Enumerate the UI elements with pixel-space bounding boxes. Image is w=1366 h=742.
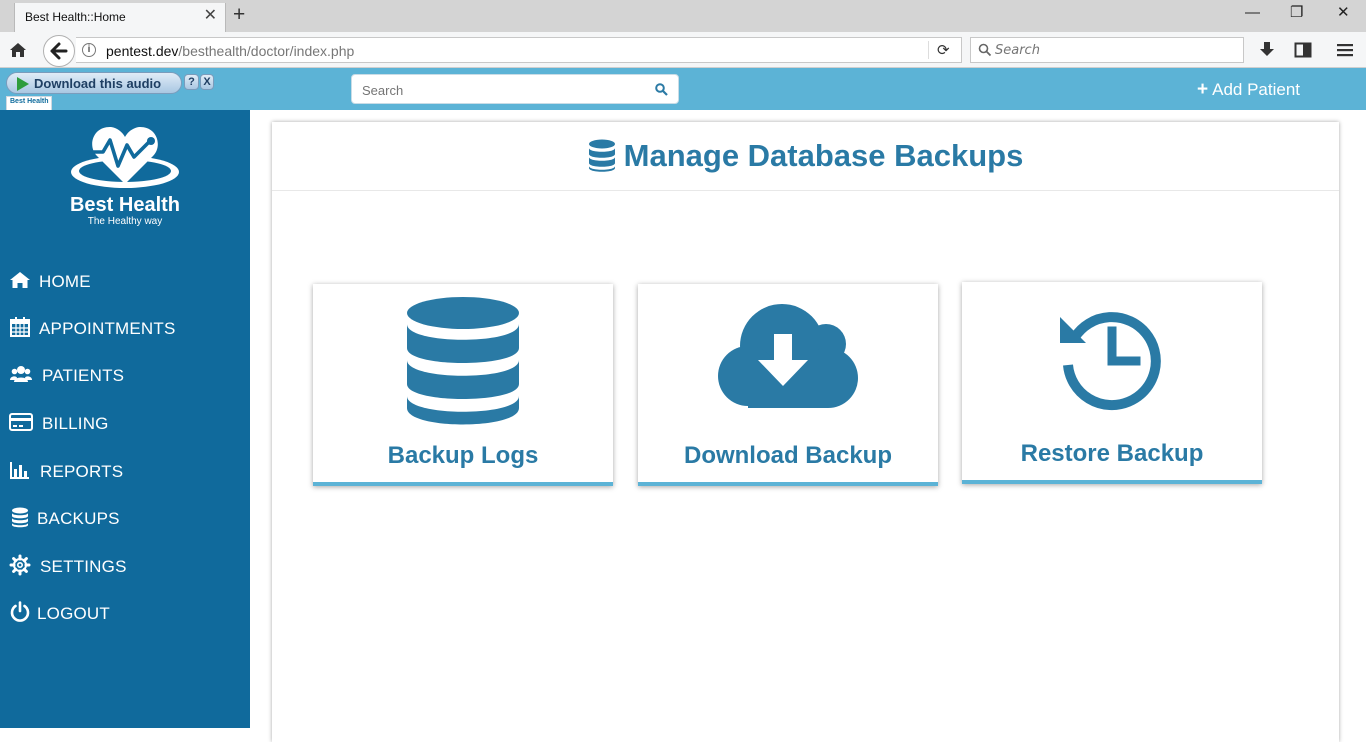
audio-download-widget: Download this audio ? X Best Health (4, 72, 214, 112)
tab-close-icon[interactable]: ✕ (204, 7, 217, 25)
power-icon (10, 601, 30, 622)
brand-tagline: The Healthy way (87, 216, 163, 227)
search-icon[interactable] (655, 83, 668, 96)
main-content: Manage Database Backups Backup Logs Down… (250, 110, 1366, 742)
backup-logs-card[interactable]: Backup Logs (313, 284, 613, 486)
sidebar: Best Health The Healthy way HOME APPOINT… (0, 110, 250, 728)
url-text[interactable]: pentest.dev/besthealth/doctor/index.php (106, 43, 354, 59)
url-bar[interactable]: i pentest.dev/besthealth/doctor/index.ph… (76, 37, 962, 63)
sidebar-item-appointments[interactable]: APPOINTMENTS (0, 309, 250, 343)
reload-icon[interactable]: ⟳ (937, 41, 950, 59)
sidebar-item-label: REPORTS (40, 462, 124, 481)
sidebar-toggle-icon[interactable] (1294, 41, 1312, 59)
gear-icon (9, 554, 31, 576)
credit-card-icon (9, 413, 33, 431)
download-audio-label: Download this audio (34, 76, 162, 91)
backup-logs-label: Backup Logs (387, 442, 539, 469)
download-icon[interactable] (1258, 41, 1276, 59)
play-icon (17, 77, 29, 91)
browser-nav-bar: i pentest.dev/besthealth/doctor/index.ph… (0, 32, 1366, 68)
bar-chart-icon (10, 462, 29, 479)
restore-backup-card[interactable]: Restore Backup (962, 282, 1262, 484)
database-icon (588, 139, 615, 172)
sidebar-item-label: HOME (39, 272, 91, 291)
sidebar-item-label: BACKUPS (37, 509, 120, 528)
calendar-icon (10, 317, 30, 337)
backup-panel: Manage Database Backups Backup Logs Down… (272, 122, 1339, 742)
download-backup-card[interactable]: Download Backup (638, 284, 938, 486)
back-button[interactable] (43, 35, 75, 67)
search-icon (978, 43, 992, 57)
history-icon (1060, 312, 1161, 411)
help-icon[interactable]: ? (184, 74, 199, 90)
page-title-row: Manage Database Backups (272, 138, 1339, 174)
sidebar-item-label: LOGOUT (37, 604, 110, 623)
database-icon (407, 297, 519, 425)
close-window-button[interactable]: ✕ (1337, 4, 1350, 22)
download-audio-button[interactable]: Download this audio (6, 72, 182, 94)
plus-icon: + (1197, 79, 1209, 100)
sidebar-item-logout[interactable]: LOGOUT (0, 594, 250, 628)
sidebar-item-label: APPOINTMENTS (39, 319, 176, 338)
minimize-button[interactable]: — (1245, 4, 1260, 22)
sidebar-item-patients[interactable]: PATIENTS (0, 356, 250, 390)
url-divider (928, 41, 929, 59)
app-search-box[interactable] (351, 74, 679, 104)
home-icon (10, 272, 30, 288)
home-icon[interactable] (9, 41, 27, 59)
database-icon (12, 507, 28, 528)
tab-title: Best Health::Home (25, 10, 126, 24)
restore-backup-label: Restore Backup (1020, 440, 1204, 467)
brand-name: Best Health (69, 194, 181, 216)
browser-search-input[interactable] (995, 41, 1235, 59)
mini-logo-text: Best Health (10, 98, 49, 105)
app-search-input[interactable] (362, 81, 642, 99)
browser-tab-bar: Best Health::Home ✕ + — ❐ ✕ (0, 0, 1366, 32)
sidebar-item-backups[interactable]: BACKUPS (0, 499, 250, 533)
sidebar-item-label: BILLING (42, 414, 109, 433)
cloud-download-icon (718, 304, 858, 408)
add-patient-label: Add Patient (1212, 80, 1301, 99)
restore-button[interactable]: ❐ (1290, 4, 1303, 22)
panel-header: Manage Database Backups (272, 122, 1339, 191)
browser-search-box[interactable] (970, 37, 1244, 63)
close-icon[interactable]: X (200, 74, 214, 90)
info-icon[interactable]: i (82, 43, 96, 57)
sidebar-item-billing[interactable]: BILLING (0, 404, 250, 438)
add-patient-button[interactable]: + Add Patient (1197, 79, 1300, 101)
page-title: Manage Database Backups (623, 138, 1024, 173)
sidebar-item-reports[interactable]: REPORTS (0, 452, 250, 486)
browser-tab[interactable]: Best Health::Home ✕ (14, 3, 226, 32)
new-tab-button[interactable]: + (233, 4, 245, 26)
sidebar-item-label: SETTINGS (40, 557, 127, 576)
sidebar-item-home[interactable]: HOME (0, 262, 250, 296)
download-backup-label: Download Backup (683, 442, 893, 469)
sidebar-item-settings[interactable]: SETTINGS (0, 547, 250, 581)
arrow-left-icon (50, 42, 68, 60)
users-icon (10, 366, 32, 382)
app-header: Download this audio ? X Best Health +Add… (0, 68, 1366, 112)
menu-icon[interactable] (1336, 41, 1354, 59)
sidebar-item-label: PATIENTS (42, 366, 125, 385)
